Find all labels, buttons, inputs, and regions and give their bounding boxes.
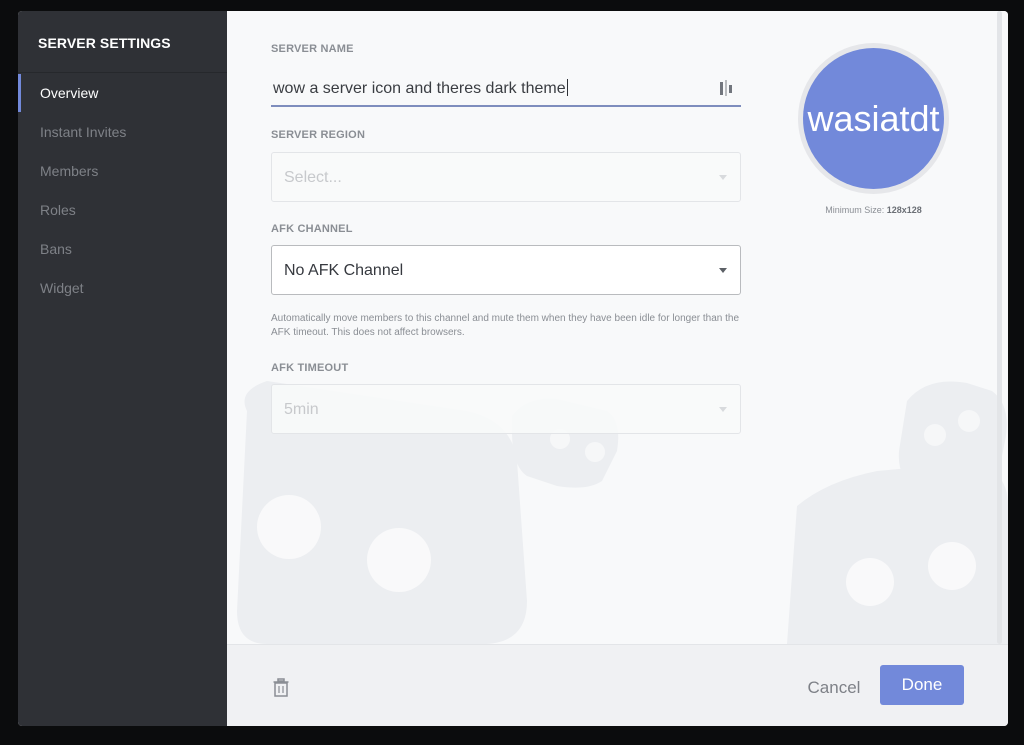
server-icon-upload[interactable]: wasiatdt <box>798 43 949 194</box>
afk-help-text: Automatically move members to this chann… <box>271 313 740 338</box>
min-size-label: Minimum Size: <box>825 205 885 215</box>
sidebar-item-bans[interactable]: Bans <box>18 230 227 268</box>
sidebar-title: SERVER SETTINGS <box>38 35 171 51</box>
server-name-value[interactable]: wow a server icon and theres dark theme <box>273 79 568 98</box>
server-icon-initials: wasiatdt <box>807 97 940 139</box>
trash-icon[interactable] <box>272 678 290 698</box>
sidebar-divider <box>18 72 227 73</box>
chevron-down-icon <box>719 407 727 412</box>
emoji-picker-icon[interactable] <box>719 79 735 97</box>
cancel-button[interactable]: Cancel <box>799 669 869 707</box>
afk-channel-label: AFK CHANNEL <box>271 223 353 235</box>
server-settings-modal: SERVER SETTINGS Overview Instant Invites… <box>18 11 1008 726</box>
min-size-hint: Minimum Size: 128x128 <box>798 205 949 215</box>
done-button[interactable]: Done <box>880 665 964 705</box>
sidebar-item-widget[interactable]: Widget <box>18 269 227 307</box>
afk-timeout-value: 5min <box>284 401 319 418</box>
afk-timeout-label: AFK TIMEOUT <box>271 362 349 374</box>
afk-timeout-select[interactable]: 5min <box>271 384 741 434</box>
server-icon[interactable]: wasiatdt <box>803 48 944 189</box>
text-caret <box>566 79 568 96</box>
server-region-label: SERVER REGION <box>271 129 366 141</box>
chevron-down-icon <box>719 175 727 180</box>
sidebar-item-overview[interactable]: Overview <box>18 74 227 112</box>
sidebar-item-instant-invites[interactable]: Instant Invites <box>18 113 227 151</box>
settings-sidebar: SERVER SETTINGS Overview Instant Invites… <box>18 11 227 726</box>
overview-panel: SERVER NAME wow a server icon and theres… <box>227 11 1008 644</box>
sidebar-item-roles[interactable]: Roles <box>18 191 227 229</box>
chevron-down-icon <box>719 268 727 273</box>
sidebar-item-members[interactable]: Members <box>18 152 227 190</box>
min-size-value: 128x128 <box>886 205 922 215</box>
scrollbar[interactable] <box>997 11 1002 644</box>
server-region-select[interactable]: Select... <box>271 152 741 202</box>
afk-channel-select[interactable]: No AFK Channel <box>271 245 741 295</box>
server-name-label: SERVER NAME <box>271 43 354 55</box>
modal-footer: Cancel Done <box>227 644 1008 726</box>
server-name-input[interactable]: wow a server icon and theres dark theme <box>271 75 741 107</box>
afk-channel-value: No AFK Channel <box>284 262 404 279</box>
server-region-placeholder: Select... <box>284 169 342 186</box>
